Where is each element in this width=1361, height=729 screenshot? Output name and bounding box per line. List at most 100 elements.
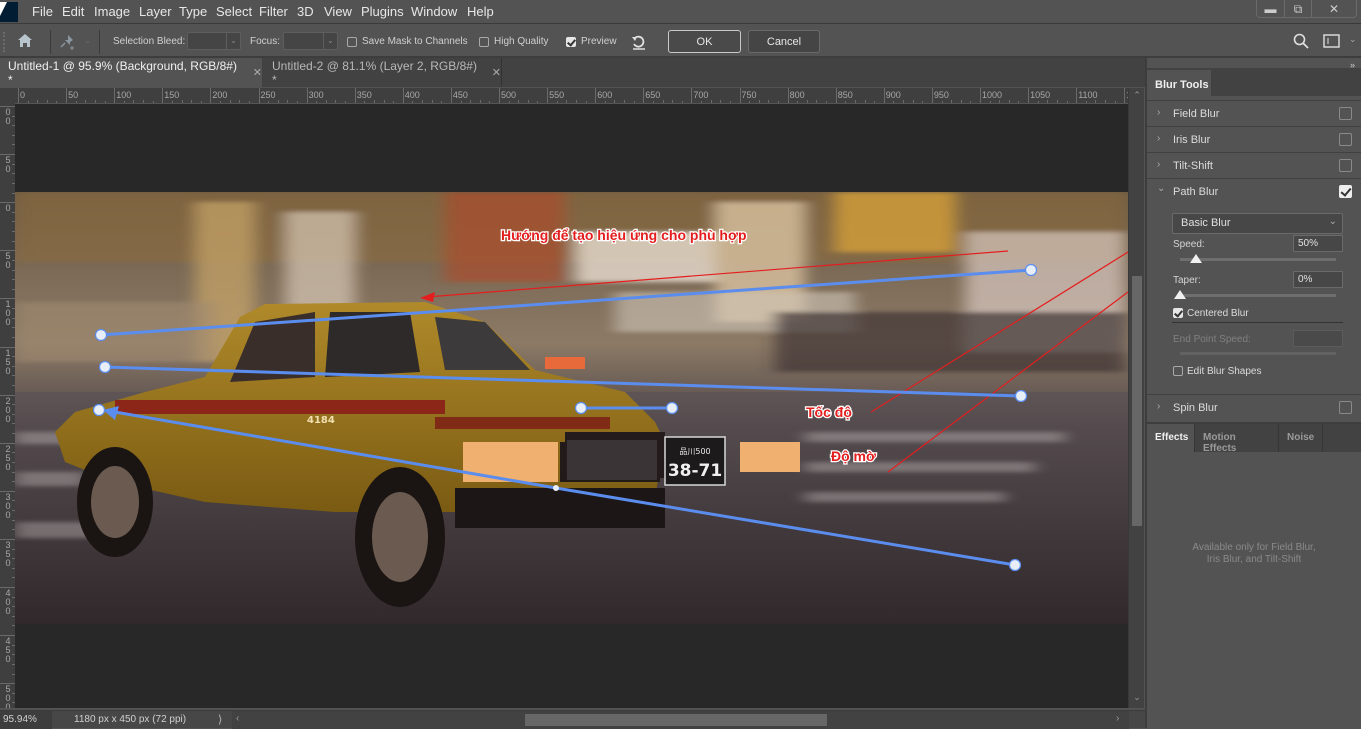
centered-blur-checkbox[interactable] bbox=[1173, 308, 1183, 318]
chevron-down-icon[interactable]: ⌄ bbox=[323, 33, 337, 49]
high-quality-checkbox[interactable] bbox=[479, 37, 489, 47]
workspace-chevron-icon[interactable]: ⌄ bbox=[1349, 34, 1357, 45]
menu-help[interactable]: Help bbox=[467, 4, 494, 19]
menu-layer[interactable]: Layer bbox=[139, 4, 172, 19]
save-mask-checkbox[interactable] bbox=[347, 37, 357, 47]
section-spin-blur[interactable]: › Spin Blur bbox=[1147, 394, 1361, 420]
tab-untitled-1[interactable]: Untitled-1 @ 95.9% (Background, RGB/8#) … bbox=[0, 58, 262, 87]
preview-checkbox[interactable] bbox=[566, 37, 576, 47]
scroll-left-icon[interactable]: ‹ bbox=[236, 713, 239, 724]
path-blur-checkbox[interactable] bbox=[1339, 185, 1352, 198]
taper-label: Taper: bbox=[1173, 275, 1201, 286]
edit-blur-shapes-checkbox[interactable] bbox=[1173, 366, 1183, 376]
chevron-right-icon[interactable]: › bbox=[1157, 401, 1160, 412]
horizontal-scroll-thumb[interactable] bbox=[525, 714, 827, 726]
canvas-area[interactable]: 品川500 38-71 4184 Hướng để tạo hiệu ứng c… bbox=[15, 104, 1128, 708]
menu-image[interactable]: Image bbox=[94, 4, 130, 19]
window-controls: ▬ ⧉ ✕ bbox=[1256, 0, 1357, 18]
ruler-minor-tick bbox=[912, 100, 914, 103]
section-iris-blur[interactable]: › Iris Blur bbox=[1147, 126, 1361, 152]
selection-bleed-field[interactable]: ⌄ bbox=[187, 32, 241, 50]
menu-view[interactable]: View bbox=[324, 4, 352, 19]
minimize-button[interactable]: ▬ bbox=[1257, 0, 1284, 18]
focus-field[interactable]: ⌄ bbox=[283, 32, 338, 50]
taper-slider-track[interactable] bbox=[1180, 294, 1336, 297]
speed-input[interactable]: 50% bbox=[1293, 235, 1343, 252]
chevron-right-icon[interactable]: › bbox=[1157, 159, 1160, 170]
workspace-icon[interactable] bbox=[1323, 34, 1341, 49]
ruler-minor-tick bbox=[1105, 100, 1107, 103]
scroll-down-icon[interactable]: ⌄ bbox=[1129, 692, 1145, 703]
speed-slider-track[interactable] bbox=[1180, 258, 1336, 261]
ruler-label: 150 bbox=[164, 90, 180, 100]
menu-filter[interactable]: Filter bbox=[259, 4, 288, 19]
menu-plugins[interactable]: Plugins bbox=[361, 4, 404, 19]
search-icon[interactable] bbox=[1293, 33, 1309, 49]
ruler-minor-tick bbox=[479, 100, 481, 103]
high-quality-label: High Quality bbox=[494, 36, 549, 47]
preview-label: Preview bbox=[581, 36, 617, 47]
restore-button[interactable]: ⧉ bbox=[1284, 0, 1311, 18]
ruler-major-tick bbox=[595, 88, 597, 103]
tool-preset-chevron-icon[interactable]: ⌄ bbox=[84, 35, 92, 46]
menu-3d[interactable]: 3D bbox=[297, 4, 314, 19]
pin-tool-icon[interactable] bbox=[59, 33, 77, 51]
menu-select[interactable]: Select bbox=[216, 4, 252, 19]
home-icon[interactable] bbox=[17, 33, 33, 48]
options-bar-grip[interactable] bbox=[3, 32, 5, 52]
ruler-major-tick bbox=[162, 88, 164, 103]
tab-untitled-2[interactable]: Untitled-2 @ 81.1% (Layer 2, RGB/8#) * ✕ bbox=[262, 58, 502, 87]
path-handle bbox=[665, 401, 679, 415]
menu-window[interactable]: Window bbox=[411, 4, 457, 19]
vertical-ruler[interactable]: 0050050100150200250300350400450500 bbox=[0, 88, 15, 708]
menu-file[interactable]: File bbox=[32, 4, 53, 19]
menu-edit[interactable]: Edit bbox=[62, 4, 84, 19]
cancel-button[interactable]: Cancel bbox=[748, 30, 820, 53]
iris-blur-checkbox[interactable] bbox=[1339, 133, 1352, 146]
save-mask-label: Save Mask to Channels bbox=[362, 36, 468, 47]
taper-input[interactable]: 0% bbox=[1293, 271, 1343, 288]
document-image[interactable]: 品川500 38-71 4184 Hướng để tạo hiệu ứng c… bbox=[15, 192, 1128, 624]
close-tab-icon[interactable]: ✕ bbox=[492, 66, 501, 79]
photoshop-logo-icon[interactable] bbox=[0, 2, 18, 22]
chevron-down-icon[interactable]: ⌄ bbox=[1157, 183, 1165, 194]
tab-motion-effects[interactable]: Motion Effects bbox=[1195, 424, 1279, 454]
spin-blur-checkbox[interactable] bbox=[1339, 401, 1352, 414]
field-blur-checkbox[interactable] bbox=[1339, 107, 1352, 120]
status-menu-chevron-icon[interactable]: ⟩ bbox=[218, 713, 222, 726]
tab-noise[interactable]: Noise bbox=[1279, 424, 1323, 452]
chevron-down-icon[interactable]: ⌄ bbox=[226, 33, 240, 49]
ruler-major-tick bbox=[499, 88, 500, 103]
scroll-up-icon[interactable]: ⌃ bbox=[1129, 90, 1145, 101]
section-tilt-shift[interactable]: › Tilt-Shift bbox=[1147, 152, 1361, 178]
document-info: 1180 px x 450 px (72 ppi) bbox=[74, 714, 187, 725]
zoom-level-field[interactable]: 95.94% bbox=[0, 711, 52, 729]
speed-slider-thumb[interactable] bbox=[1189, 254, 1202, 263]
close-tab-icon[interactable]: ✕ bbox=[253, 66, 262, 79]
horizontal-ruler[interactable]: 0 50 100 150 200 250 300 350 400 450 500 550 600 650 7… bbox=[15, 88, 1128, 104]
section-path-blur[interactable]: ⌄ Path Blur bbox=[1147, 178, 1361, 204]
chevron-right-icon[interactable]: › bbox=[1157, 133, 1160, 144]
end-point-speed-slider[interactable] bbox=[1180, 352, 1336, 355]
chevron-right-icon[interactable]: › bbox=[1157, 107, 1160, 118]
scroll-right-icon[interactable]: › bbox=[1116, 713, 1119, 724]
menu-type[interactable]: Type bbox=[179, 4, 207, 19]
tilt-shift-checkbox[interactable] bbox=[1339, 159, 1352, 172]
ok-button[interactable]: OK bbox=[668, 30, 741, 53]
end-point-speed-input[interactable] bbox=[1293, 330, 1343, 347]
close-button[interactable]: ✕ bbox=[1311, 0, 1356, 18]
section-field-blur[interactable]: › Field Blur bbox=[1147, 100, 1361, 126]
ruler-minor-tick bbox=[325, 100, 327, 103]
taper-slider-thumb[interactable] bbox=[1174, 290, 1186, 299]
vertical-scrollbar[interactable]: ⌃ ⌄ bbox=[1128, 88, 1144, 708]
reset-icon[interactable] bbox=[630, 33, 648, 51]
ruler-minor-tick bbox=[672, 100, 674, 103]
path-blur-mode-select[interactable]: Basic Blur ⌄ bbox=[1172, 213, 1343, 234]
ruler-label: 50 bbox=[5, 251, 11, 271]
tab-blur-tools[interactable]: Blur Tools bbox=[1147, 70, 1211, 98]
vertical-scroll-thumb[interactable] bbox=[1132, 276, 1142, 526]
ruler-label: 350 bbox=[5, 539, 11, 568]
horizontal-scrollbar[interactable]: ‹ › bbox=[232, 711, 1129, 729]
tab-effects[interactable]: Effects bbox=[1147, 424, 1195, 452]
ruler-minor-tick bbox=[239, 100, 241, 103]
